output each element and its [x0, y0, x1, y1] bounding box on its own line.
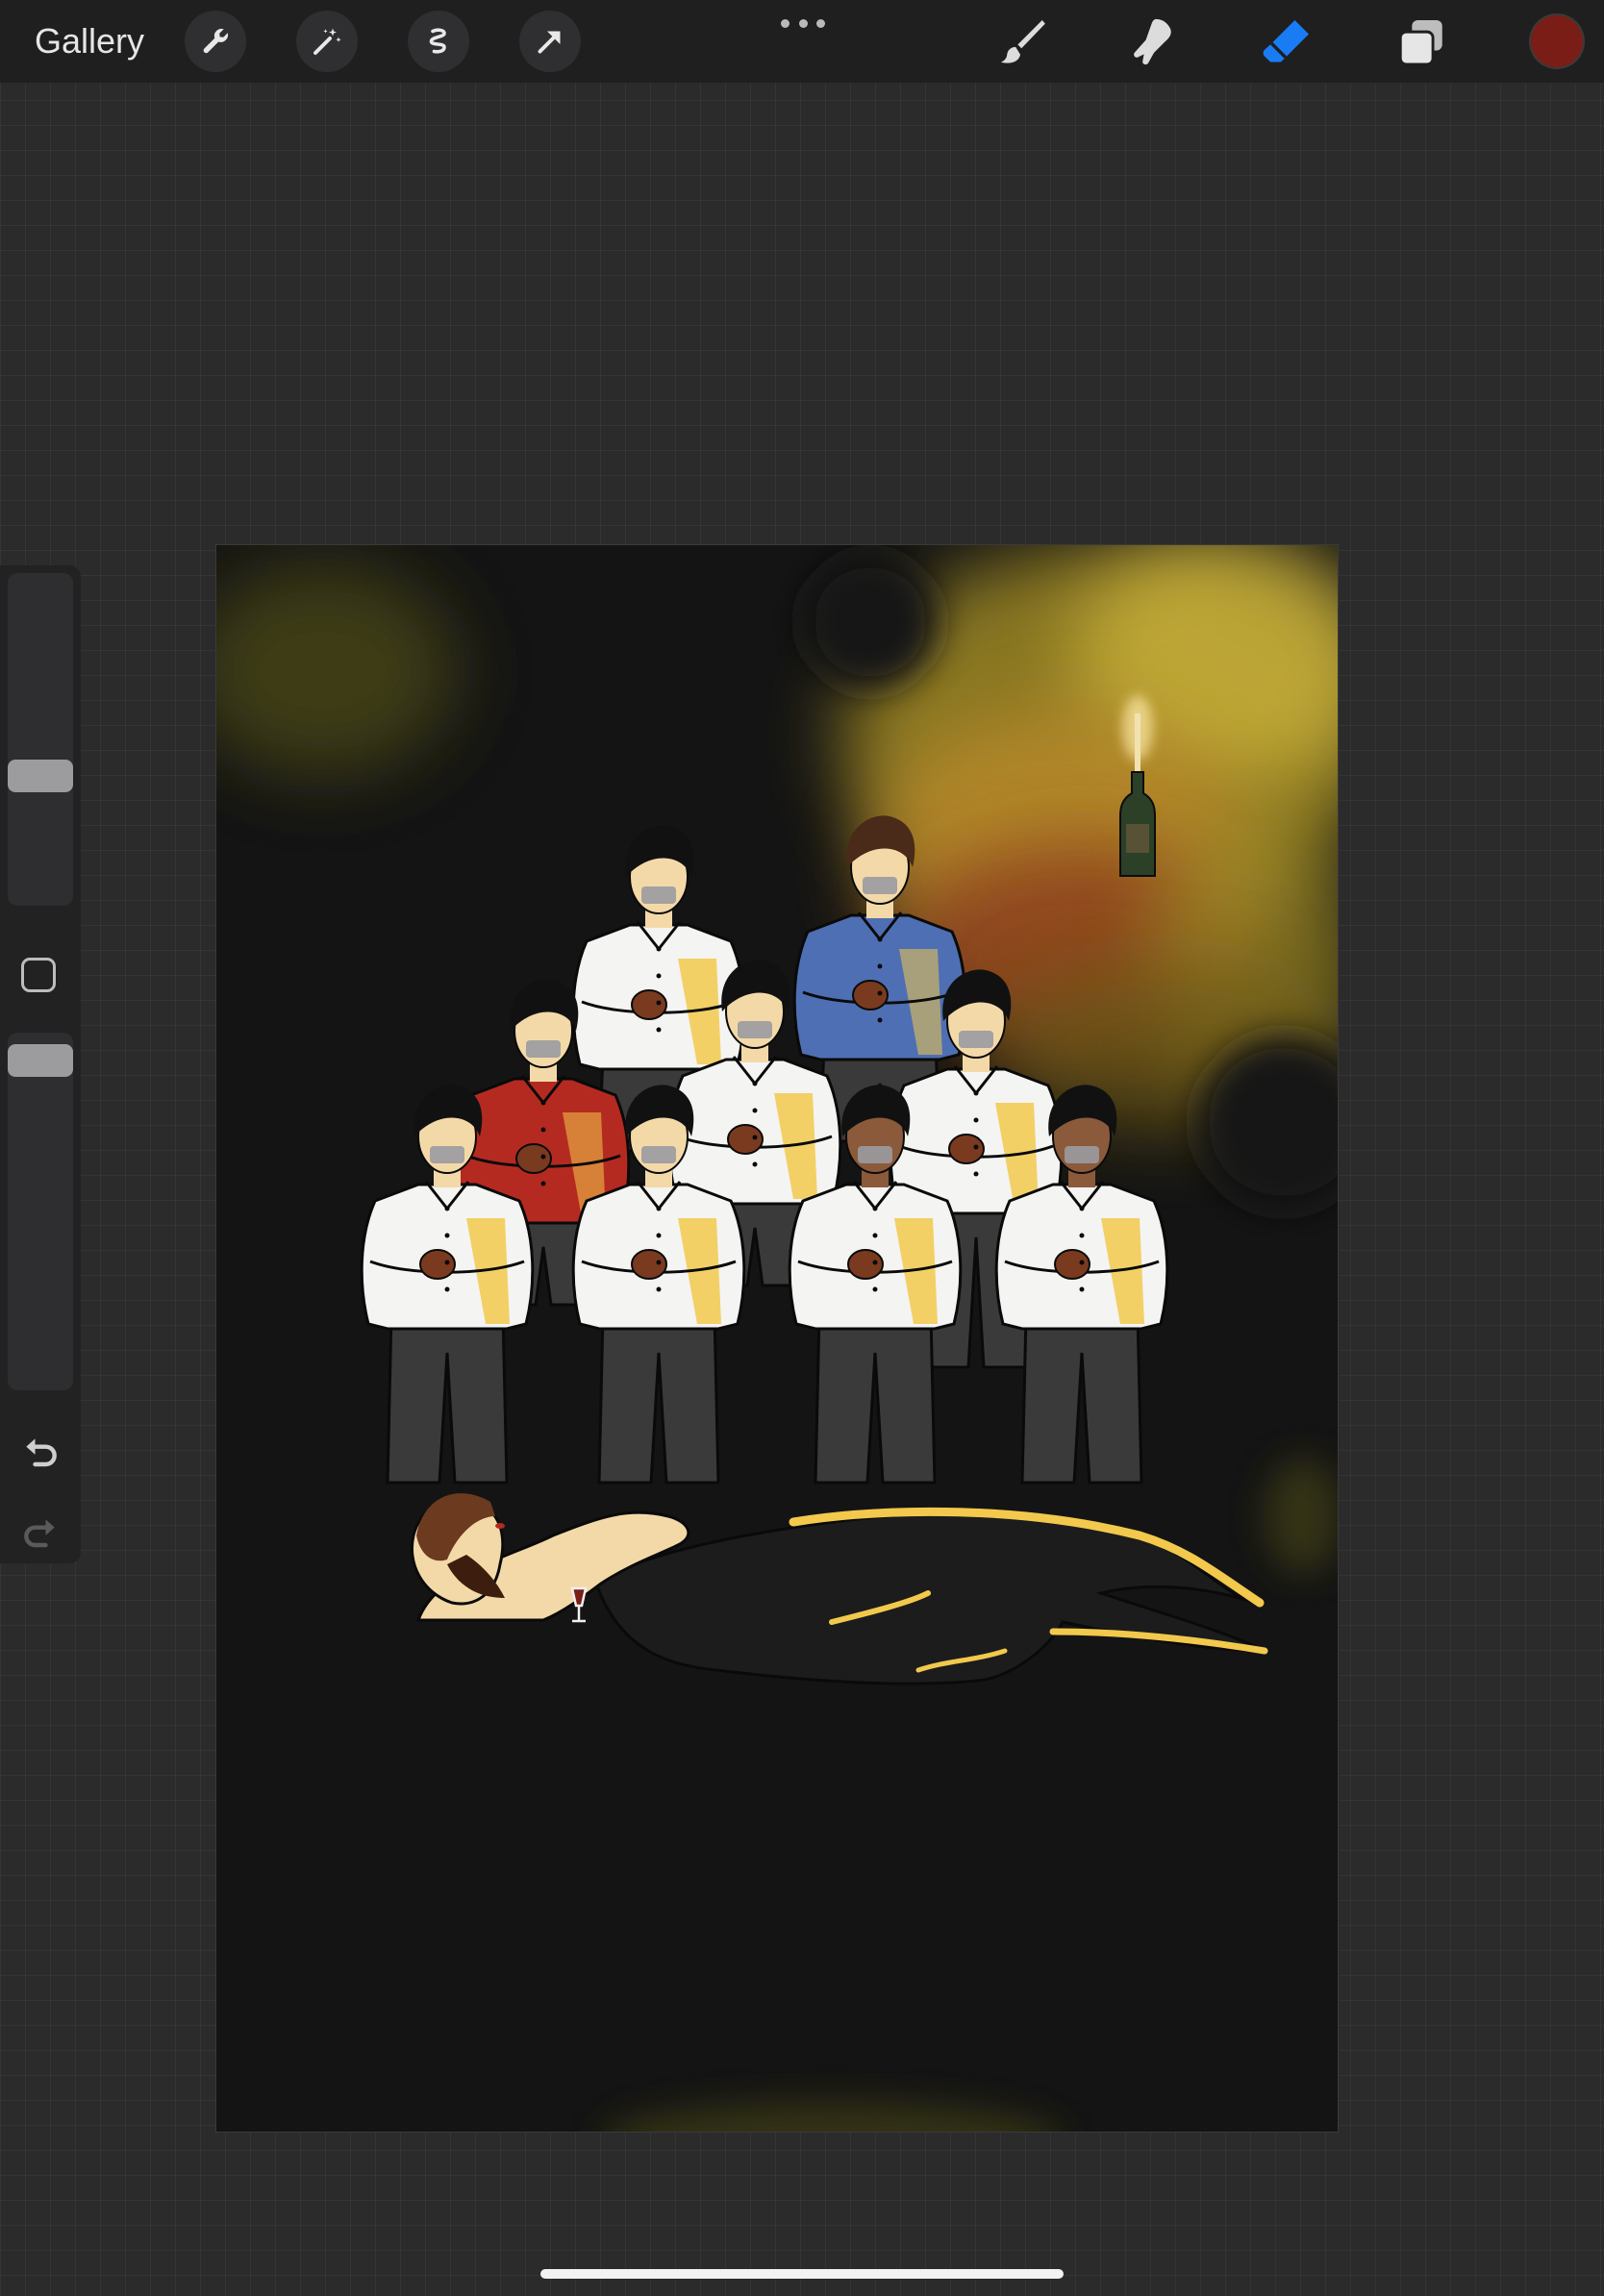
- smudge-icon: [1134, 18, 1171, 65]
- dot: [781, 18, 789, 28]
- home-indicator[interactable]: [540, 2269, 1064, 2279]
- drawing-canvas[interactable]: [216, 545, 1338, 2132]
- opacity-slider[interactable]: [8, 1033, 73, 1390]
- selection-icon: [429, 28, 446, 54]
- selection-button[interactable]: [408, 11, 469, 72]
- dot: [816, 18, 825, 28]
- eraser-icon: [1263, 20, 1309, 62]
- procreate-app: Gallery: [0, 0, 1604, 2296]
- artwork-illustration: [216, 545, 1338, 2132]
- transform-arrow-icon: [538, 31, 561, 54]
- brush-size-thumb[interactable]: [8, 760, 73, 792]
- actions-button[interactable]: [185, 11, 246, 72]
- paint-tool-button[interactable]: [990, 12, 1052, 73]
- more-options-button[interactable]: [781, 13, 825, 33]
- magic-wand-icon: [313, 28, 341, 55]
- brush-icon: [1000, 20, 1045, 63]
- transform-button[interactable]: [519, 11, 581, 72]
- modify-button[interactable]: [21, 958, 56, 992]
- color-picker-button[interactable]: [1531, 15, 1583, 67]
- dot: [798, 18, 808, 28]
- gallery-button[interactable]: Gallery: [35, 19, 144, 63]
- top-toolbar: Gallery: [0, 0, 1604, 83]
- layers-icon: [1398, 20, 1442, 66]
- smudge-tool-button[interactable]: [1123, 12, 1185, 73]
- undo-icon[interactable]: [19, 1433, 62, 1475]
- eraser-tool-button[interactable]: [1256, 12, 1317, 73]
- opacity-thumb[interactable]: [8, 1044, 73, 1077]
- redo-icon[interactable]: [19, 1513, 62, 1556]
- brush-size-slider[interactable]: [8, 573, 73, 906]
- adjustments-button[interactable]: [296, 11, 358, 72]
- sidebar: [0, 565, 81, 1563]
- layers-button[interactable]: [1391, 12, 1452, 73]
- wrench-icon: [203, 28, 229, 54]
